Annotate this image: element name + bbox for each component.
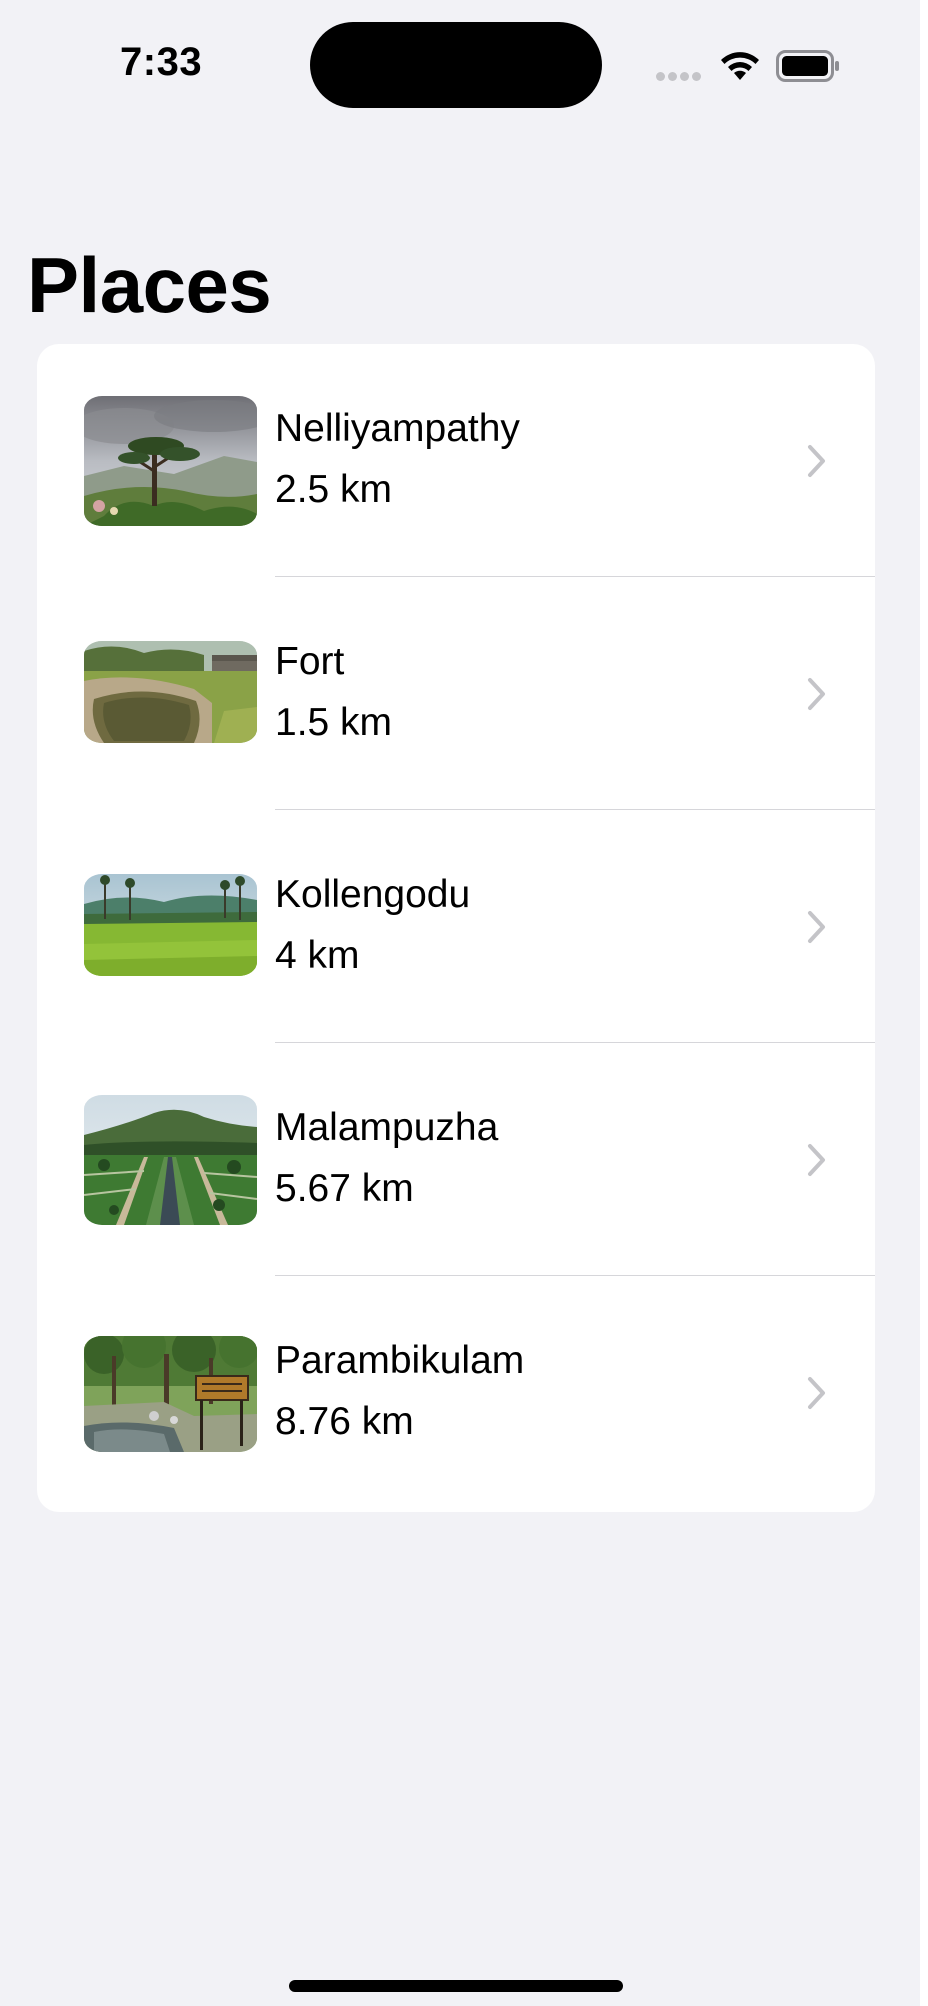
- page-title: Places: [27, 241, 272, 329]
- malampuzha-photo: [84, 1095, 257, 1225]
- fort-photo: [84, 641, 257, 743]
- list-item[interactable]: Kollengodu 4 km: [37, 810, 875, 1043]
- nelliyampathy-photo: [84, 396, 257, 526]
- kollengodu-photo: [84, 874, 257, 976]
- chevron-right-icon: [808, 678, 825, 710]
- places-list: Nelliyampathy 2.5 km Fort 1.5 km Kolleng…: [37, 344, 875, 1512]
- device-edge: [920, 0, 928, 2006]
- place-name: Kollengodu: [275, 873, 471, 916]
- chevron-right-icon: [808, 1144, 825, 1176]
- place-distance: 1.5 km: [275, 701, 393, 744]
- place-name: Nelliyampathy: [275, 407, 520, 450]
- list-item[interactable]: Malampuzha 5.67 km: [37, 1043, 875, 1276]
- battery-icon: [776, 50, 840, 82]
- chevron-right-icon: [808, 911, 825, 943]
- place-distance: 4 km: [275, 934, 360, 977]
- place-distance: 2.5 km: [275, 468, 393, 511]
- place-distance: 5.67 km: [275, 1167, 414, 1210]
- place-distance: 8.76 km: [275, 1400, 414, 1443]
- list-item[interactable]: Parambikulam 8.76 km: [37, 1276, 875, 1509]
- dynamic-island: [310, 22, 602, 108]
- place-name: Malampuzha: [275, 1106, 499, 1149]
- list-item[interactable]: Fort 1.5 km: [37, 577, 875, 810]
- chevron-right-icon: [808, 1377, 825, 1409]
- place-name: Fort: [275, 640, 345, 683]
- list-item[interactable]: Nelliyampathy 2.5 km: [37, 344, 875, 577]
- wifi-icon: [718, 48, 762, 82]
- parambikulam-photo: [84, 1336, 257, 1452]
- chevron-right-icon: [808, 445, 825, 477]
- cellular-signal-icon: [656, 68, 704, 81]
- status-bar: 7:33: [0, 0, 920, 130]
- place-name: Parambikulam: [275, 1339, 525, 1382]
- home-indicator[interactable]: [289, 1980, 623, 1992]
- status-time: 7:33: [120, 40, 203, 84]
